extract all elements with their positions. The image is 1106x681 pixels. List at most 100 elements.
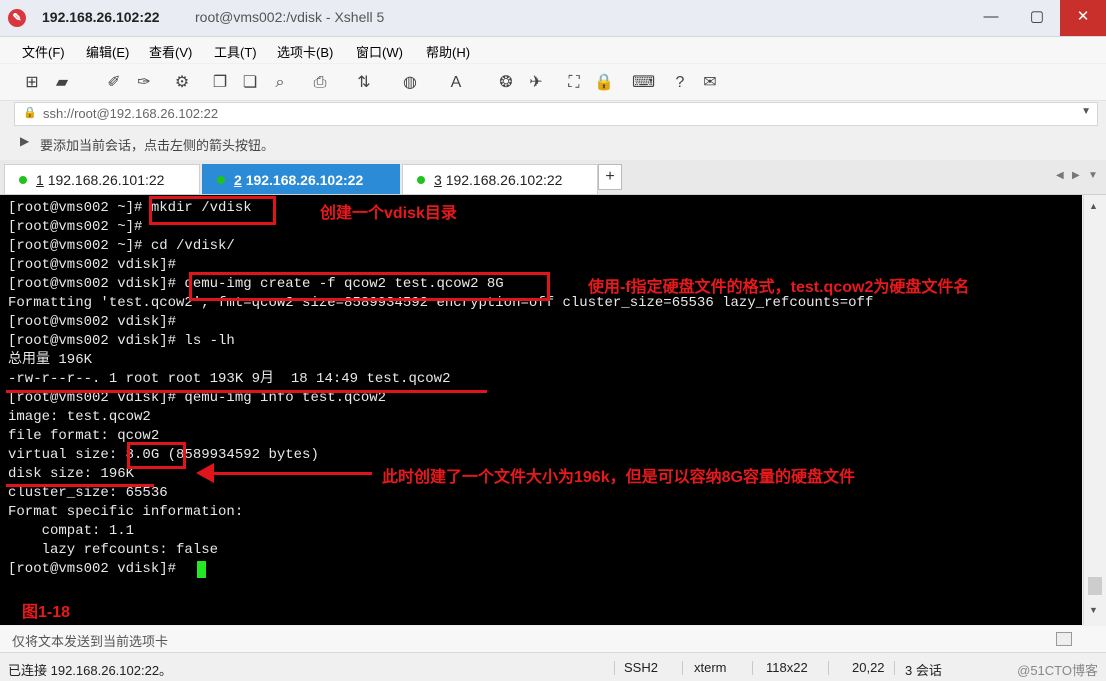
terminal-line: [root@vms002 vdisk]# ls -lh bbox=[8, 333, 235, 349]
font-icon[interactable]: A bbox=[446, 73, 466, 93]
annotation-underline-disk-size bbox=[6, 484, 154, 487]
terminal-line: [root@vms002 vdisk]# bbox=[8, 314, 177, 330]
terminal-line: [root@vms002 ~]# cd /vdisk/ bbox=[8, 238, 235, 254]
connected-dot-icon bbox=[19, 176, 27, 184]
session-count-status: 3 会话 bbox=[905, 663, 942, 678]
lock-icon: 🔒 bbox=[23, 107, 37, 119]
tab-menu-icon[interactable]: ▼ bbox=[1088, 170, 1098, 181]
lock-icon[interactable]: 🔒 bbox=[594, 73, 614, 93]
terminal-line: lazy refcounts: false bbox=[8, 542, 219, 558]
menu-file[interactable]: 文件(F) bbox=[22, 42, 65, 61]
terminal-line: [root@vms002 vdisk]# bbox=[8, 561, 185, 577]
terminal-line: compat: 1.1 bbox=[8, 523, 135, 539]
help-icon[interactable]: ? bbox=[670, 73, 690, 93]
annotation-size: 此时创建了一个文件大小为196k，但是可以容纳8G容量的硬盘文件 bbox=[382, 469, 855, 486]
scrollbar-thumb[interactable] bbox=[1088, 577, 1102, 595]
annotation-mkdir: 创建一个vdisk目录 bbox=[320, 205, 457, 222]
xftp-icon[interactable]: ❂ bbox=[496, 73, 516, 93]
menu-help[interactable]: 帮助(H) bbox=[426, 42, 470, 61]
terminal-line: -rw-r--r--. 1 root root 193K 9月 18 14:49… bbox=[8, 371, 451, 387]
tab-session-3[interactable]: 3 192.168.26.102:22 bbox=[402, 164, 598, 194]
terminal-line: image: test.qcow2 bbox=[8, 409, 151, 425]
status-divider bbox=[894, 661, 895, 675]
terminal-cursor bbox=[197, 561, 206, 578]
tab-session-1[interactable]: 1 192.168.26.101:22 bbox=[4, 164, 200, 194]
menu-edit[interactable]: 编辑(E) bbox=[86, 42, 129, 61]
address-input[interactable]: ssh://root@192.168.26.102:22 bbox=[43, 106, 218, 121]
print-icon[interactable]: ⎙ bbox=[310, 73, 330, 93]
chat-icon[interactable]: ✉ bbox=[700, 73, 720, 93]
terminal-size-status: 118x22 bbox=[766, 660, 808, 675]
disconnect-icon[interactable]: ✑ bbox=[134, 73, 154, 93]
fullscreen-icon[interactable]: ⛶ bbox=[564, 73, 584, 93]
paste-icon[interactable]: ❏ bbox=[240, 73, 260, 93]
tab-prev-icon[interactable]: ◀ bbox=[1056, 170, 1064, 181]
terminal-line: disk size: 196K bbox=[8, 466, 135, 482]
menu-tools[interactable]: 工具(T) bbox=[214, 42, 257, 61]
minimize-button[interactable]: — bbox=[968, 0, 1014, 36]
connected-dot-icon bbox=[217, 176, 225, 184]
keyboard-icon[interactable]: ⌨ bbox=[632, 73, 655, 93]
connect-icon[interactable]: ✐ bbox=[104, 73, 124, 93]
compose-bar[interactable]: 仅将文本发送到当前选项卡 bbox=[0, 626, 1106, 653]
window-title-host: 192.168.26.102:22 bbox=[42, 9, 160, 25]
protocol-status: SSH2 bbox=[624, 660, 658, 675]
status-divider bbox=[682, 661, 683, 675]
menu-bar: 文件(F) 编辑(E) 查看(V) 工具(T) 选项卡(B) 窗口(W) 帮助(… bbox=[0, 37, 1106, 63]
find-icon[interactable]: ⌕ bbox=[270, 73, 290, 93]
compose-target-label[interactable]: 仅将文本发送到当前选项卡 bbox=[12, 631, 168, 650]
terminal-type-status: xterm bbox=[694, 660, 727, 675]
chevron-down-icon[interactable]: ▼ bbox=[1081, 106, 1091, 117]
terminal[interactable]: [root@vms002 ~]# mkdir /vdisk [root@vms0… bbox=[0, 195, 1082, 625]
figure-label: 图1-18 bbox=[22, 604, 71, 621]
close-button[interactable]: ✕ bbox=[1060, 0, 1106, 36]
status-divider bbox=[752, 661, 753, 675]
address-bar[interactable]: 🔒 ssh://root@192.168.26.102:22 ▼ bbox=[14, 102, 1098, 126]
terminal-line: [root@vms002 ~]# bbox=[8, 219, 143, 235]
status-bar: 已连接 192.168.26.102:22。 SSH2 xterm 118x22… bbox=[0, 653, 1106, 681]
annotation-create: 使用-f指定硬盘文件的格式，test.qcow2为硬盘文件名 bbox=[588, 279, 970, 296]
open-folder-icon[interactable]: ▰ bbox=[52, 73, 72, 93]
menu-view[interactable]: 查看(V) bbox=[149, 42, 192, 61]
new-session-icon[interactable]: ⊞ bbox=[22, 73, 42, 93]
menu-tabs[interactable]: 选项卡(B) bbox=[277, 42, 333, 61]
compose-menu-icon[interactable] bbox=[1056, 632, 1072, 646]
scroll-up-icon[interactable]: ▲ bbox=[1089, 201, 1098, 211]
terminal-line: Format specific information: bbox=[8, 504, 244, 520]
xshell-app-icon: ✎ bbox=[8, 9, 26, 27]
terminal-scrollbar[interactable]: ▲ ▼ bbox=[1083, 195, 1106, 625]
properties-icon[interactable]: ⚙ bbox=[172, 73, 192, 93]
globe-icon[interactable]: ◍ bbox=[400, 73, 420, 93]
tab-label: 2 192.168.26.102:22 bbox=[234, 172, 364, 188]
xmanager-icon[interactable]: ✈ bbox=[526, 73, 546, 93]
annotation-arrow-shaft bbox=[212, 472, 372, 475]
connection-status: 已连接 192.168.26.102:22。 bbox=[8, 663, 173, 678]
hint-text: 要添加当前会话，点击左侧的箭头按钮。 bbox=[40, 138, 275, 153]
copy-icon[interactable]: ❐ bbox=[210, 73, 230, 93]
annotation-box-virtual-size bbox=[127, 442, 186, 469]
tab-session-2[interactable]: 2 192.168.26.102:22 bbox=[202, 164, 400, 194]
arrow-icon[interactable]: ▶ bbox=[20, 134, 29, 148]
new-tab-button[interactable]: + bbox=[598, 164, 622, 190]
window-title: root@vms002:/vdisk - Xshell 5 bbox=[195, 9, 385, 25]
watermark: @51CTO博客 bbox=[1017, 663, 1098, 678]
terminal-line: 总用量 196K bbox=[8, 352, 93, 368]
toolbar: ⊞ ▰ ✐ ✑ ⚙ ❐ ❏ ⌕ ⎙ ⇅ ◍ A ❂ ✈ ⛶ 🔒 ⌨ ? ✉ bbox=[0, 64, 1106, 101]
scroll-down-icon[interactable]: ▼ bbox=[1089, 605, 1098, 615]
transfer-icon[interactable]: ⇅ bbox=[354, 73, 374, 93]
hint-bar: ▶ 要添加当前会话，点击左侧的箭头按钮。 bbox=[14, 132, 1096, 154]
menu-window[interactable]: 窗口(W) bbox=[356, 42, 403, 61]
connected-dot-icon bbox=[417, 176, 425, 184]
terminal-line: [root@vms002 vdisk]# bbox=[8, 257, 177, 273]
tab-label: 3 192.168.26.102:22 bbox=[434, 172, 563, 188]
annotation-box-create bbox=[189, 272, 550, 301]
status-divider bbox=[614, 661, 615, 675]
annotation-underline-ls bbox=[6, 390, 487, 393]
tab-label: 1 192.168.26.101:22 bbox=[36, 172, 165, 188]
maximize-button[interactable]: ▢ bbox=[1014, 0, 1060, 36]
cursor-position-status: 20,22 bbox=[852, 660, 885, 675]
annotation-box-mkdir bbox=[149, 196, 276, 225]
tab-bar: 1 192.168.26.101:22 2 192.168.26.102:22 … bbox=[0, 160, 1106, 195]
status-divider bbox=[828, 661, 829, 675]
tab-next-icon[interactable]: ▶ bbox=[1072, 170, 1080, 181]
